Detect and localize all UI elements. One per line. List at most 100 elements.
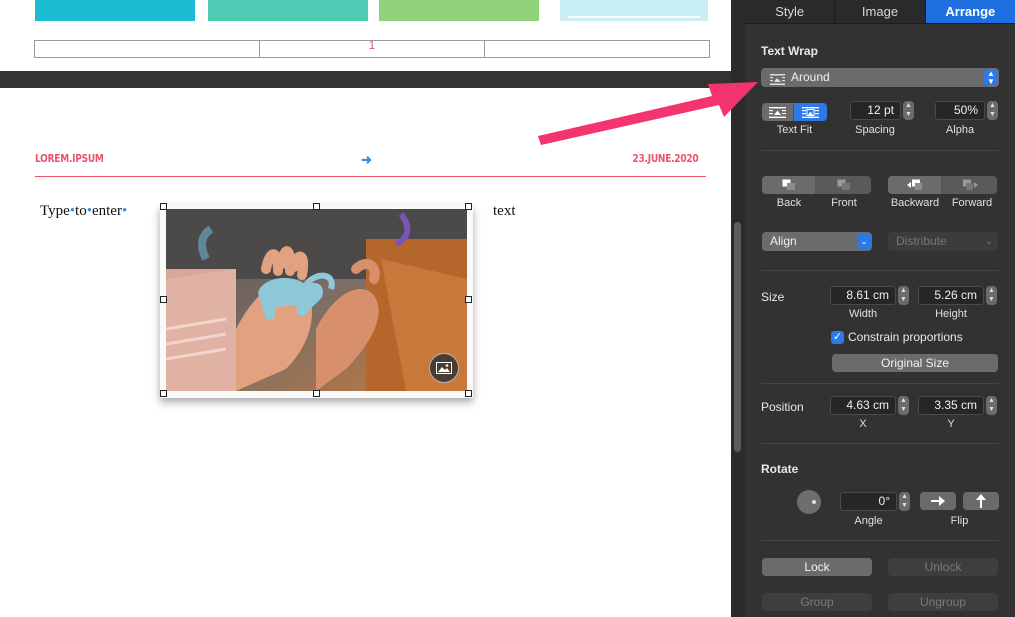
group-button[interactable]: Group — [762, 593, 872, 611]
flip-vertical-button[interactable] — [963, 492, 999, 510]
x-field[interactable]: 4.63 cm — [830, 396, 896, 415]
alpha-label: Alpha — [945, 124, 975, 136]
spacing-label: Spacing — [855, 124, 895, 136]
spacing-field[interactable]: 12 pt — [850, 101, 901, 120]
position-label: Position — [761, 400, 804, 414]
header-title[interactable]: LOREM.IPSUM — [35, 152, 104, 165]
distribute-popup[interactable]: Distribute ⌄ — [888, 232, 998, 251]
text-fit-tight-option[interactable] — [762, 103, 794, 121]
x-label: X — [859, 418, 867, 430]
header-date[interactable]: 23.JUNE.2020 — [632, 152, 698, 165]
spacing-stepper[interactable]: ▲ ▼ — [903, 101, 914, 120]
x-stepper[interactable]: ▲ ▼ — [898, 396, 909, 415]
color-swatch-teal — [208, 0, 368, 21]
resize-handle-bottom-left[interactable] — [160, 390, 167, 397]
color-swatch-green — [379, 0, 539, 21]
resize-handle-bottom[interactable] — [313, 390, 320, 397]
page-separator — [0, 71, 731, 88]
selected-image[interactable] — [160, 205, 473, 398]
send-backward-button[interactable] — [888, 176, 942, 194]
arrow-up-icon — [976, 494, 986, 508]
chevron-updown-icon: ▲ ▼ — [984, 69, 998, 86]
body-text-continued[interactable]: text — [493, 203, 516, 220]
tab-style[interactable]: Style — [745, 0, 836, 23]
text-wrap-label: Text Wrap — [761, 44, 818, 58]
back-front-segmented[interactable] — [762, 176, 871, 194]
y-field[interactable]: 3.35 cm — [918, 396, 984, 415]
resize-handle-top-left[interactable] — [160, 203, 167, 210]
page-number: 1 — [368, 38, 376, 52]
text-fit-box-option[interactable] — [794, 103, 827, 121]
lock-button[interactable]: Lock — [762, 558, 872, 576]
wrap-tight-icon — [769, 106, 786, 118]
arrow-right-icon — [931, 496, 945, 506]
alpha-stepper[interactable]: ▲ ▼ — [987, 101, 998, 120]
section-divider — [761, 540, 999, 541]
section-divider — [761, 443, 999, 444]
rotate-label: Rotate — [761, 462, 799, 476]
resize-handle-top[interactable] — [313, 203, 320, 210]
document-canvas[interactable]: 1 LOREM.IPSUM ➜ 23.JUNE.2020 Type•to•ent… — [0, 0, 731, 617]
resize-handle-right[interactable] — [465, 296, 472, 303]
send-to-back-button[interactable] — [762, 176, 816, 194]
inspector-panel: Style Image Arrange Text Wrap Around ▲ ▼ … — [745, 0, 1015, 617]
angle-stepper[interactable]: ▲ ▼ — [899, 492, 910, 511]
footer-cell-right[interactable] — [485, 41, 709, 57]
distribute-label: Distribute — [896, 234, 947, 248]
forward-label: Forward — [951, 197, 993, 209]
section-divider — [761, 150, 999, 151]
body-word: enter — [91, 203, 122, 219]
unlock-button[interactable]: Unlock — [888, 558, 998, 576]
tab-image[interactable]: Image — [835, 0, 926, 23]
footer-cell-center[interactable]: 1 — [260, 38, 485, 57]
text-fit-segmented[interactable] — [762, 103, 827, 121]
backward-label: Backward — [890, 197, 940, 209]
bring-to-front-icon — [837, 179, 850, 190]
body-word: to — [75, 203, 87, 219]
size-label: Size — [761, 290, 785, 304]
arrow-right-icon: ➜ — [361, 152, 372, 167]
footer-table[interactable]: 1 — [34, 38, 710, 58]
send-to-back-icon — [782, 179, 795, 190]
backward-forward-segmented[interactable] — [888, 176, 997, 194]
canvas-scrollbar[interactable] — [731, 0, 745, 617]
flip-horizontal-button[interactable] — [920, 492, 956, 510]
body-text[interactable]: Type•to•enter• — [40, 203, 127, 220]
original-size-button[interactable]: Original Size — [832, 354, 998, 372]
send-backward-icon — [906, 179, 922, 190]
bring-to-front-button[interactable] — [816, 176, 871, 194]
bring-forward-button[interactable] — [942, 176, 997, 194]
resize-handle-left[interactable] — [160, 296, 167, 303]
width-field[interactable]: 8.61 cm — [830, 286, 896, 305]
resize-handle-bottom-right[interactable] — [465, 390, 472, 397]
angle-label: Angle — [854, 515, 883, 527]
scrollbar-thumb[interactable] — [734, 222, 741, 452]
chevron-down-icon: ⌄ — [857, 233, 871, 250]
photo[interactable] — [166, 209, 467, 391]
height-label: Height — [935, 308, 967, 320]
text-wrap-popup[interactable]: Around ▲ ▼ — [761, 68, 999, 87]
section-divider — [761, 270, 999, 271]
align-popup[interactable]: Align ⌄ — [762, 232, 872, 251]
replace-image-icon[interactable] — [429, 353, 459, 383]
width-stepper[interactable]: ▲ ▼ — [898, 286, 909, 305]
constrain-proportions-checkbox[interactable]: ✓ — [831, 331, 844, 344]
ungroup-button[interactable]: Ungroup — [888, 593, 998, 611]
inspector-tabs: Style Image Arrange — [745, 0, 1015, 24]
width-label: Width — [848, 308, 878, 320]
flip-label: Flip — [950, 515, 969, 527]
height-field[interactable]: 5.26 cm — [918, 286, 984, 305]
y-label: Y — [947, 418, 955, 430]
align-label: Align — [770, 234, 797, 248]
tab-arrange[interactable]: Arrange — [925, 0, 1015, 23]
rotation-knob[interactable] — [797, 490, 821, 514]
footer-cell-left[interactable] — [35, 41, 260, 57]
resize-handle-top-right[interactable] — [465, 203, 472, 210]
height-stepper[interactable]: ▲ ▼ — [986, 286, 997, 305]
angle-field[interactable]: 0° — [840, 492, 897, 511]
body-word: Type — [40, 203, 70, 219]
color-swatch-cyan — [35, 0, 195, 21]
alpha-field[interactable]: 50% — [935, 101, 985, 120]
y-stepper[interactable]: ▲ ▼ — [986, 396, 997, 415]
section-divider — [761, 383, 999, 384]
